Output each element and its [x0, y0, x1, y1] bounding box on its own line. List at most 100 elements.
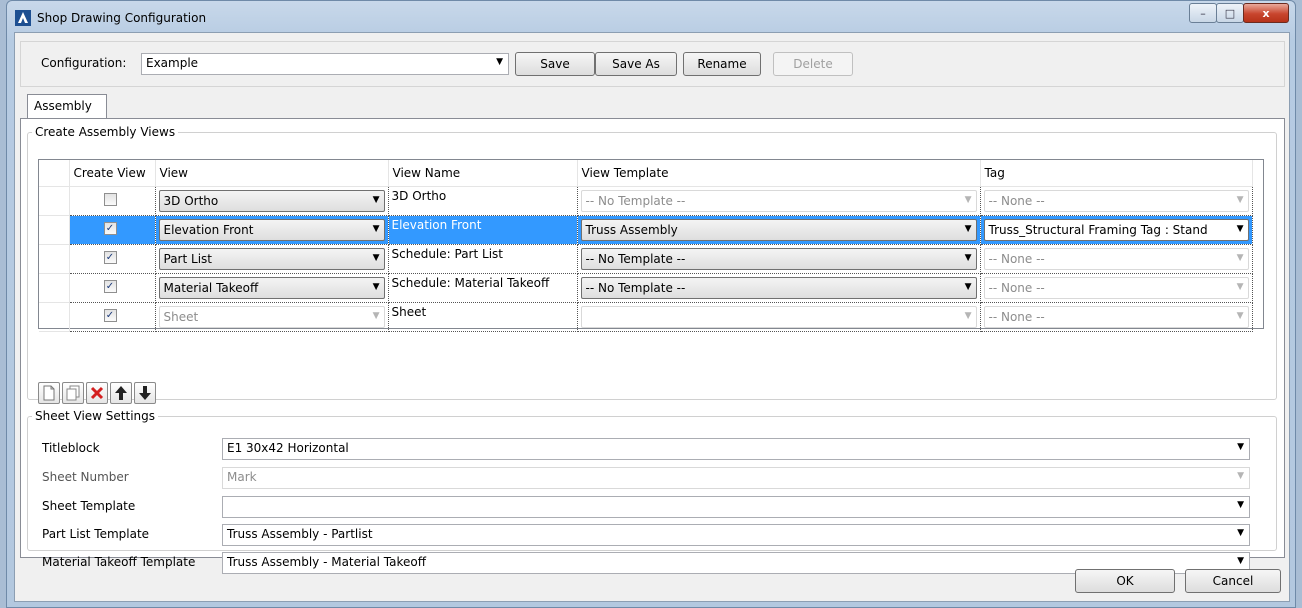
- create-view-cell[interactable]: ✓: [69, 244, 156, 274]
- view-template-cell[interactable]: ▼: [577, 302, 981, 332]
- chevron-down-icon: ▼: [1237, 471, 1244, 481]
- view-dropdown[interactable]: Sheet ▼: [158, 305, 385, 328]
- tag-dropdown[interactable]: -- None -- ▼: [983, 276, 1249, 299]
- configuration-dropdown[interactable]: Example ▼: [141, 53, 509, 75]
- close-button[interactable]: x: [1243, 3, 1289, 23]
- create-view-checkbox[interactable]: ✓: [103, 279, 117, 293]
- table-row[interactable]: ✓ Sheet ▼ Sheet ▼ -- None -- ▼: [39, 302, 1253, 332]
- row-header[interactable]: [39, 215, 70, 245]
- view-value: 3D Ortho: [163, 193, 219, 208]
- cancel-button[interactable]: Cancel: [1185, 569, 1281, 593]
- view-dropdown[interactable]: Material Takeoff ▼: [158, 276, 385, 299]
- create-view-cell[interactable]: ✓: [69, 215, 156, 245]
- view-template-dropdown[interactable]: Truss Assembly ▼: [580, 218, 977, 241]
- view-template-dropdown[interactable]: ▼: [580, 305, 977, 328]
- create-view-checkbox[interactable]: [103, 192, 117, 206]
- row-header[interactable]: [39, 302, 70, 332]
- col-tag[interactable]: Tag: [980, 160, 1253, 187]
- title-bar[interactable]: Shop Drawing Configuration – □ x: [7, 1, 1295, 33]
- col-view-template[interactable]: View Template: [577, 160, 981, 187]
- view-template-value: -- No Template --: [585, 193, 686, 208]
- col-view[interactable]: View: [155, 160, 389, 187]
- view-template-cell[interactable]: -- No Template -- ▼: [577, 244, 981, 274]
- create-view-cell[interactable]: [69, 186, 156, 216]
- chevron-down-icon: ▼: [372, 281, 380, 292]
- tag-cell[interactable]: -- None -- ▼: [980, 186, 1253, 216]
- view-template-dropdown[interactable]: -- No Template -- ▼: [580, 247, 977, 270]
- arrow-up-icon: [115, 386, 127, 400]
- view-template-value: Truss Assembly: [585, 222, 678, 237]
- view-name-cell[interactable]: Elevation Front: [388, 215, 578, 245]
- sheet-template-dropdown[interactable]: ▼: [222, 496, 1250, 518]
- duplicate-row-button[interactable]: [62, 382, 84, 404]
- view-template-dropdown[interactable]: -- No Template -- ▼: [580, 276, 977, 299]
- tag-cell[interactable]: -- None -- ▼: [980, 302, 1253, 332]
- table-row[interactable]: ✓ Material Takeoff ▼ Schedule: Material T…: [39, 273, 1253, 303]
- create-view-checkbox[interactable]: ✓: [103, 250, 117, 264]
- arrow-down-icon: [139, 386, 151, 400]
- window-title: Shop Drawing Configuration: [37, 11, 207, 25]
- tag-value: Truss_Structural Framing Tag : Stand: [988, 222, 1208, 237]
- minimize-button[interactable]: –: [1189, 3, 1217, 23]
- view-dropdown[interactable]: Part List ▼: [158, 247, 385, 270]
- row-header[interactable]: [39, 244, 70, 274]
- create-view-cell[interactable]: ✓: [69, 273, 156, 303]
- part-list-template-dropdown[interactable]: Truss Assembly - Partlist ▼: [222, 524, 1250, 546]
- save-button[interactable]: Save: [515, 52, 595, 76]
- view-cell[interactable]: Sheet ▼: [155, 302, 389, 332]
- view-value: Material Takeoff: [163, 280, 259, 295]
- row-header[interactable]: [39, 273, 70, 303]
- tag-value: -- None --: [988, 280, 1045, 295]
- tag-dropdown[interactable]: -- None -- ▼: [983, 305, 1249, 328]
- table-row-selected[interactable]: ✓ Elevation Front ▼ Elevation Front Truss…: [39, 215, 1253, 245]
- sheet-number-dropdown[interactable]: Mark ▼: [222, 467, 1250, 489]
- chevron-down-icon: ▼: [964, 194, 972, 205]
- ok-button[interactable]: OK: [1075, 569, 1175, 593]
- duplicate-icon: [66, 385, 80, 401]
- view-template-dropdown[interactable]: -- No Template -- ▼: [580, 189, 977, 212]
- row-header[interactable]: [39, 186, 70, 216]
- view-name-cell[interactable]: 3D Ortho: [388, 186, 578, 216]
- titleblock-label: Titleblock: [42, 441, 100, 455]
- rename-button[interactable]: Rename: [683, 52, 761, 76]
- view-cell[interactable]: Elevation Front ▼: [155, 215, 389, 245]
- view-value: Elevation Front: [163, 222, 254, 237]
- tag-cell[interactable]: Truss_Structural Framing Tag : Stand ▼: [980, 215, 1253, 245]
- tag-cell[interactable]: -- None -- ▼: [980, 273, 1253, 303]
- view-name-cell[interactable]: Sheet: [388, 302, 578, 332]
- material-takeoff-template-value: Truss Assembly - Material Takeoff: [227, 555, 426, 569]
- delete-button[interactable]: Delete: [773, 52, 853, 76]
- move-down-button[interactable]: [134, 382, 156, 404]
- tag-dropdown[interactable]: -- None -- ▼: [983, 189, 1249, 212]
- view-template-cell[interactable]: Truss Assembly ▼: [577, 215, 981, 245]
- view-cell[interactable]: Material Takeoff ▼: [155, 273, 389, 303]
- view-name-value: Sheet: [391, 304, 427, 319]
- create-view-cell[interactable]: ✓: [69, 302, 156, 332]
- col-create-view[interactable]: Create View: [69, 160, 156, 187]
- tag-dropdown[interactable]: -- None -- ▼: [983, 247, 1249, 270]
- delete-row-button[interactable]: [86, 382, 108, 404]
- view-dropdown[interactable]: Elevation Front ▼: [158, 218, 385, 241]
- view-value: Part List: [163, 251, 212, 266]
- create-view-checkbox[interactable]: ✓: [103, 308, 117, 322]
- chevron-down-icon: ▼: [1236, 281, 1244, 292]
- table-row[interactable]: ✓ Part List ▼ Schedule: Part List -- No T…: [39, 244, 1253, 274]
- view-name-cell[interactable]: Schedule: Part List: [388, 244, 578, 274]
- view-cell[interactable]: Part List ▼: [155, 244, 389, 274]
- move-up-button[interactable]: [110, 382, 132, 404]
- tab-assembly[interactable]: Assembly: [27, 94, 107, 119]
- tag-dropdown[interactable]: Truss_Structural Framing Tag : Stand ▼: [983, 218, 1249, 241]
- col-view-name[interactable]: View Name: [388, 160, 578, 187]
- maximize-button[interactable]: □: [1216, 3, 1244, 23]
- view-cell[interactable]: 3D Ortho ▼: [155, 186, 389, 216]
- tag-cell[interactable]: -- None -- ▼: [980, 244, 1253, 274]
- create-view-checkbox[interactable]: ✓: [103, 221, 117, 235]
- new-row-button[interactable]: [38, 382, 60, 404]
- view-template-cell[interactable]: -- No Template -- ▼: [577, 273, 981, 303]
- table-row[interactable]: 3D Ortho ▼ 3D Ortho -- No Template -- ▼ --…: [39, 186, 1253, 216]
- view-dropdown[interactable]: 3D Ortho ▼: [158, 189, 385, 212]
- view-name-cell[interactable]: Schedule: Material Takeoff: [388, 273, 578, 303]
- titleblock-dropdown[interactable]: E1 30x42 Horizontal ▼: [222, 438, 1250, 460]
- view-template-cell[interactable]: -- No Template -- ▼: [577, 186, 981, 216]
- save-as-button[interactable]: Save As: [595, 52, 677, 76]
